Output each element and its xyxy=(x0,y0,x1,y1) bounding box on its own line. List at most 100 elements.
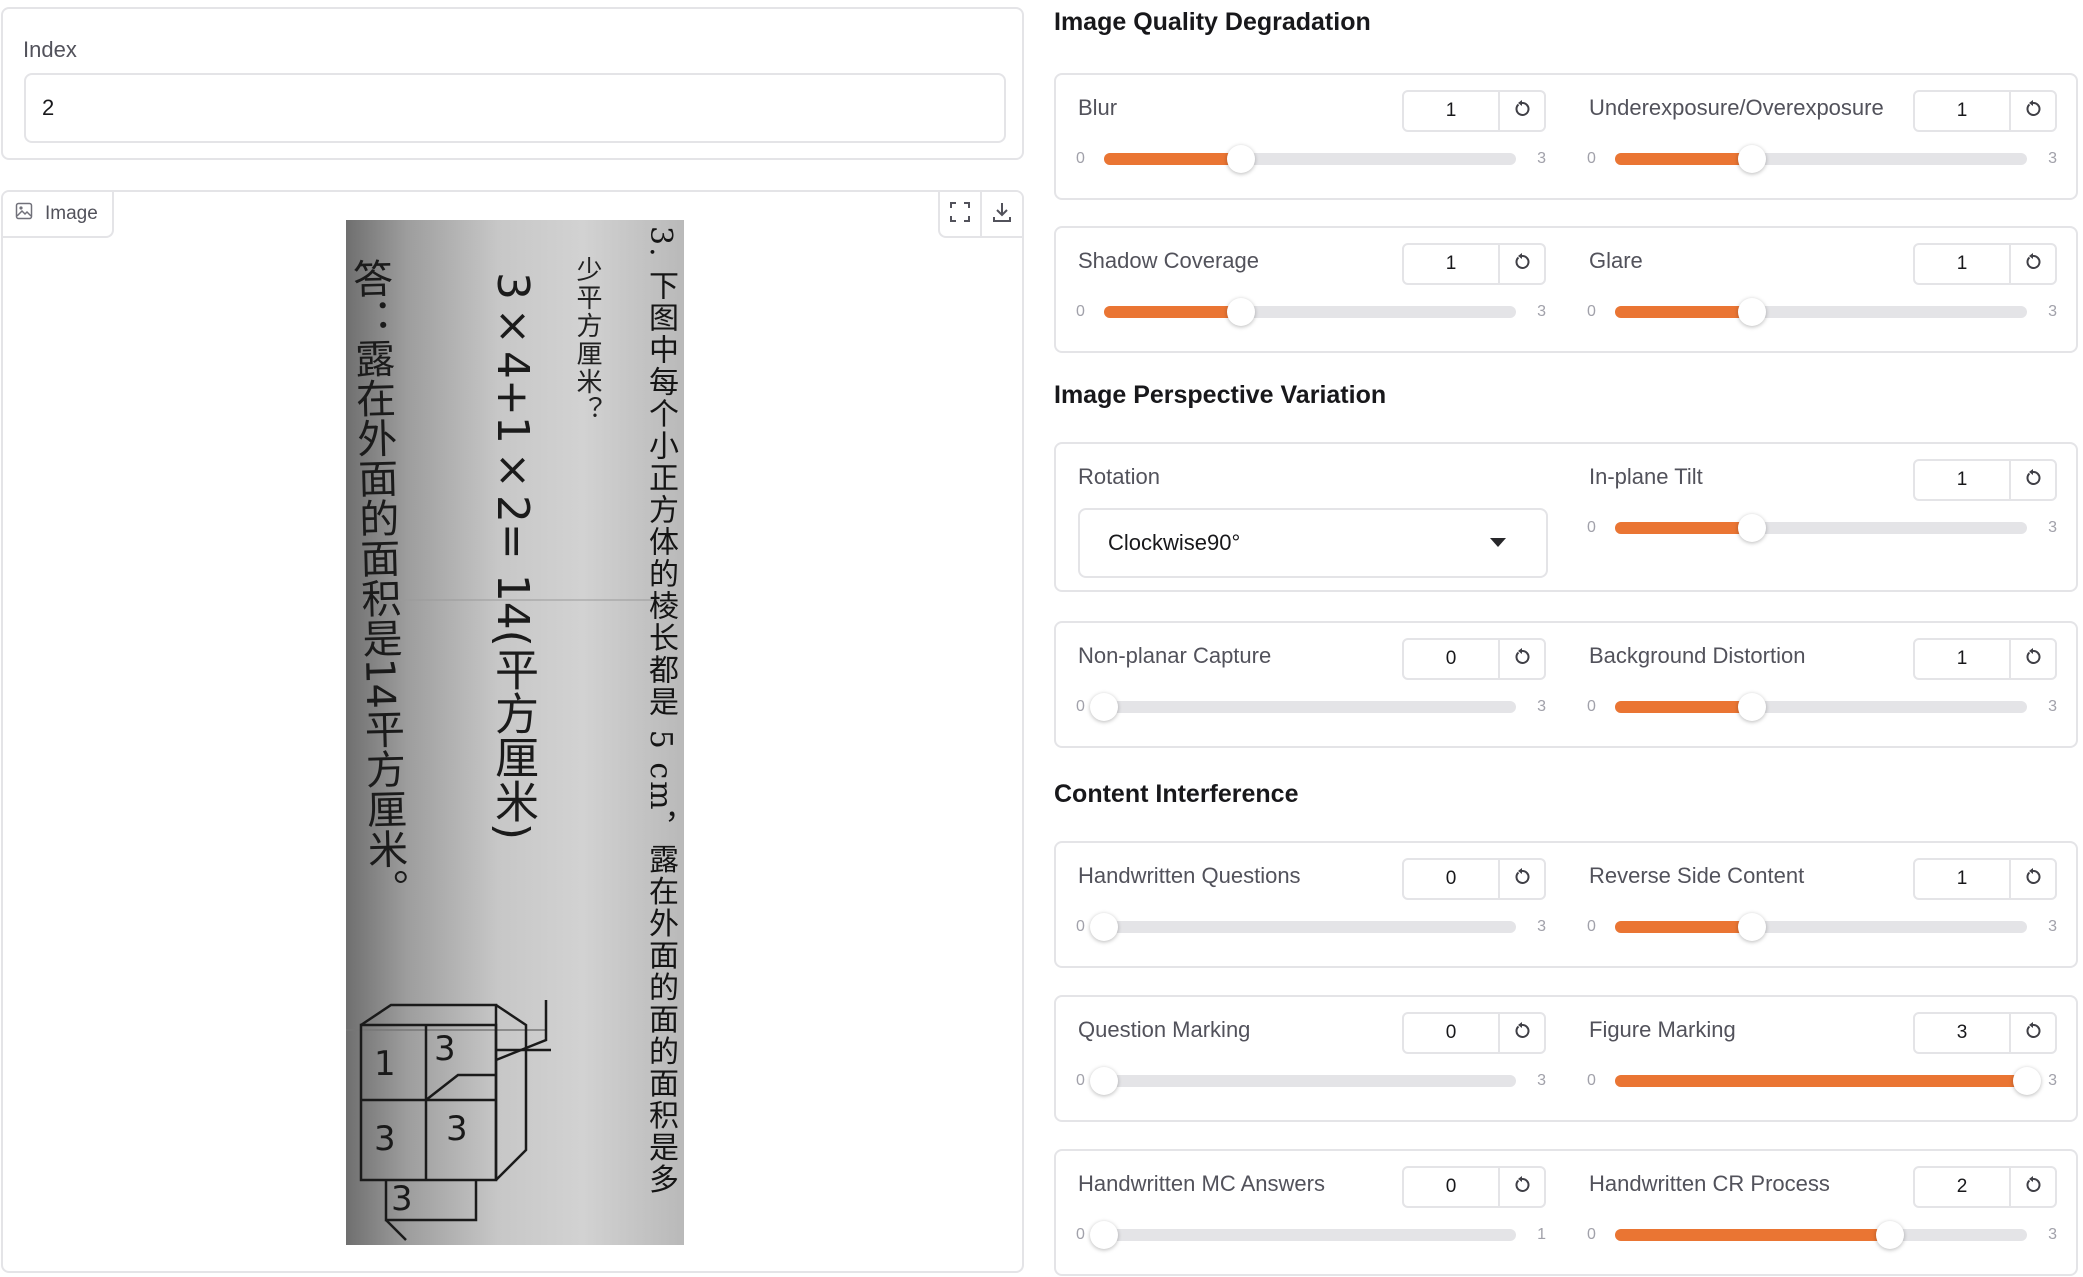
underexposure-overexposure-label: Underexposure/Overexposure xyxy=(1589,95,1884,120)
handwritten-cr-process-slider: 03 xyxy=(1587,1221,2057,1249)
slider-max-label: 3 xyxy=(2048,303,2057,320)
shadow-coverage-slider: 03 xyxy=(1076,298,1546,326)
background-distortion-label: Background Distortion xyxy=(1589,643,1806,668)
slider-track[interactable] xyxy=(1090,1221,1516,1249)
reset-icon xyxy=(2023,252,2043,277)
slider-track[interactable] xyxy=(1615,1221,2027,1249)
figure-marking-number-box: 3 xyxy=(1913,1012,2057,1054)
rotation-label: Rotation xyxy=(1078,464,1160,489)
slider-thumb[interactable] xyxy=(1738,298,1767,326)
slider-thumb[interactable] xyxy=(1738,514,1767,542)
shadow-coverage-reset-button[interactable] xyxy=(1498,245,1544,283)
slider-max-label: 3 xyxy=(1537,918,1546,935)
slider-thumb[interactable] xyxy=(1090,1067,1118,1095)
fullscreen-button[interactable] xyxy=(940,192,980,236)
slider-thumb[interactable] xyxy=(1875,1221,1904,1249)
handwritten-questions-reset-button[interactable] xyxy=(1498,860,1544,898)
question-text-line1: 3. 下图中每个小正方体的棱长都是 5 cm，露在外面的面的面积是多 xyxy=(643,226,678,1196)
non-planar-capture-number-input[interactable]: 0 xyxy=(1404,640,1498,678)
slider-min-label: 0 xyxy=(1076,1226,1085,1243)
question-marking-control: Question Marking 0 0 3 xyxy=(1076,997,1546,1120)
reset-icon xyxy=(2023,1175,2043,1200)
underexposure-overexposure-number-box: 1 xyxy=(1913,90,2057,132)
slider-thumb[interactable] xyxy=(1738,693,1767,721)
slider-thumb[interactable] xyxy=(1738,913,1767,941)
slider-thumb[interactable] xyxy=(1227,298,1256,326)
in-plane-tilt-number-input[interactable]: 1 xyxy=(1915,461,2009,499)
control-row: Rotation Clockwise90° In-plane Tilt 1 0 3 xyxy=(1054,442,2078,592)
shadow-coverage-control: Shadow Coverage 1 0 3 xyxy=(1076,228,1546,351)
handwritten-cr-process-reset-button[interactable] xyxy=(2009,1168,2055,1206)
reverse-side-content-reset-button[interactable] xyxy=(2009,860,2055,898)
slider-thumb[interactable] xyxy=(1090,693,1118,721)
handwritten-cr-process-number-box: 2 xyxy=(1913,1166,2057,1208)
figure-label-1: 1 xyxy=(374,1044,396,1084)
slider-track[interactable] xyxy=(1615,913,2027,941)
figure-label-4: 3 xyxy=(446,1109,468,1149)
slider-min-label: 0 xyxy=(1076,150,1085,167)
slider-thumb[interactable] xyxy=(1090,1221,1118,1249)
non-planar-capture-control: Non-planar Capture 0 0 3 xyxy=(1076,623,1546,746)
handwritten-questions-control: Handwritten Questions 0 0 3 xyxy=(1076,843,1546,966)
non-planar-capture-reset-button[interactable] xyxy=(1498,640,1544,678)
handwritten-questions-number-input[interactable]: 0 xyxy=(1404,860,1498,898)
underexposure-overexposure-number-input[interactable]: 1 xyxy=(1915,92,2009,130)
slider-track[interactable] xyxy=(1090,913,1516,941)
slider-thumb[interactable] xyxy=(2013,1067,2041,1095)
non-planar-capture-slider: 03 xyxy=(1076,693,1546,721)
background-distortion-reset-button[interactable] xyxy=(2009,640,2055,678)
question-marking-slider: 03 xyxy=(1076,1067,1546,1095)
slider-fill xyxy=(1615,1075,2027,1087)
index-input[interactable]: 2 xyxy=(24,73,1006,143)
in-plane-tilt-reset-button[interactable] xyxy=(2009,461,2055,499)
reverse-side-content-number-input[interactable]: 1 xyxy=(1915,860,2009,898)
slider-thumb[interactable] xyxy=(1227,145,1256,173)
figure-marking-control: Figure Marking 3 0 3 xyxy=(1587,997,2057,1120)
question-marking-reset-button[interactable] xyxy=(1498,1014,1544,1052)
rotation-selected-value: Clockwise90° xyxy=(1108,530,1241,555)
slider-track[interactable] xyxy=(1615,514,2027,542)
handwritten-cr-process-number-input[interactable]: 2 xyxy=(1915,1168,2009,1206)
slider-max-label: 3 xyxy=(2048,918,2057,935)
slider-thumb[interactable] xyxy=(1738,145,1767,173)
slider-max-label: 3 xyxy=(1537,150,1546,167)
shadow-coverage-number-input[interactable]: 1 xyxy=(1404,245,1498,283)
glare-label: Glare xyxy=(1589,248,1643,273)
glare-number-input[interactable]: 1 xyxy=(1915,245,2009,283)
slider-fill xyxy=(1615,153,1753,165)
reset-icon xyxy=(2023,468,2043,493)
figure-marking-reset-button[interactable] xyxy=(2009,1014,2055,1052)
background-distortion-number-input[interactable]: 1 xyxy=(1915,640,2009,678)
slider-track[interactable] xyxy=(1090,1067,1516,1095)
underexposure-overexposure-reset-button[interactable] xyxy=(2009,92,2055,130)
rotation-dropdown[interactable]: Clockwise90° xyxy=(1078,508,1548,578)
figure-marking-number-input[interactable]: 3 xyxy=(1915,1014,2009,1052)
slider-track[interactable] xyxy=(1615,298,2027,326)
slider-track[interactable] xyxy=(1104,145,1516,173)
glare-reset-button[interactable] xyxy=(2009,245,2055,283)
blur-number-input[interactable]: 1 xyxy=(1404,92,1498,130)
figure-label-2: 3 xyxy=(434,1029,456,1069)
download-button[interactable] xyxy=(980,192,1022,236)
slider-thumb[interactable] xyxy=(1090,913,1118,941)
slider-min-label: 0 xyxy=(1076,1072,1085,1089)
figure-label-5: 3 xyxy=(391,1179,413,1219)
section-title-content-interference: Content Interference xyxy=(1054,780,1299,808)
slider-track[interactable] xyxy=(1104,298,1516,326)
handwritten-mc-answers-number-input[interactable]: 0 xyxy=(1404,1168,1498,1206)
handwritten-mc-answers-reset-button[interactable] xyxy=(1498,1168,1544,1206)
document-photo: 1 3 3 3 3 3. 下图中每个小正方体的棱长都是 5 cm，露在外面的面的… xyxy=(346,220,684,1245)
reset-icon xyxy=(1512,867,1532,892)
reset-icon xyxy=(2023,1021,2043,1046)
slider-track[interactable] xyxy=(1090,693,1516,721)
shadow-coverage-label: Shadow Coverage xyxy=(1078,248,1260,273)
question-marking-number-input[interactable]: 0 xyxy=(1404,1014,1498,1052)
blur-reset-button[interactable] xyxy=(1498,92,1544,130)
slider-track[interactable] xyxy=(1615,1067,2041,1095)
slider-track[interactable] xyxy=(1615,145,2027,173)
reverse-side-content-label: Reverse Side Content xyxy=(1589,863,1805,888)
background-distortion-control: Background Distortion 1 0 3 xyxy=(1587,623,2057,746)
underexposure-overexposure-control: Underexposure/Overexposure 1 0 3 xyxy=(1587,75,2057,198)
slider-track[interactable] xyxy=(1615,693,2027,721)
slider-max-label: 3 xyxy=(2048,150,2057,167)
